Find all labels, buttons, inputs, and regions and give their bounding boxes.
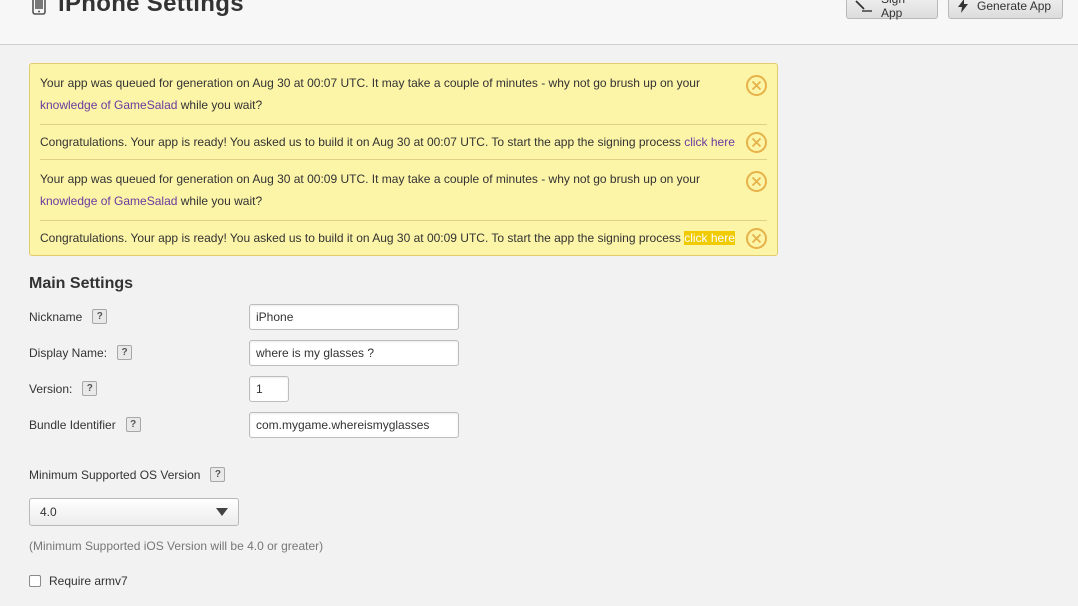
- close-icon[interactable]: [746, 132, 767, 153]
- page-title: iPhone Settings: [58, 0, 244, 17]
- help-icon[interactable]: ?: [125, 417, 141, 432]
- display-name-input[interactable]: [249, 340, 459, 366]
- nickname-label-row: Nickname ?: [29, 309, 108, 324]
- notice-item: Your app was queued for generation on Au…: [40, 160, 767, 221]
- generate-app-button[interactable]: Generate App: [948, 0, 1063, 19]
- min-os-hint: (Minimum Supported iOS Version will be 4…: [29, 539, 324, 553]
- help-icon[interactable]: ?: [82, 381, 98, 396]
- version-input[interactable]: [249, 376, 289, 402]
- gamesalad-knowledge-link[interactable]: knowledge of GameSalad: [40, 194, 177, 208]
- armv7-row: Require armv7: [29, 574, 128, 588]
- notice-item: Your app was queued for generation on Au…: [40, 64, 767, 125]
- pen-icon: [855, 0, 873, 12]
- gamesalad-knowledge-link[interactable]: knowledge of GameSalad: [40, 98, 177, 112]
- notice-item: Congratulations. Your app is ready! You …: [40, 221, 767, 256]
- nickname-label: Nickname: [29, 309, 83, 324]
- help-icon[interactable]: ?: [210, 467, 226, 482]
- min-os-select[interactable]: 4.0: [29, 498, 239, 526]
- notice-text: Congratulations. Your app is ready! You …: [40, 231, 685, 245]
- help-icon[interactable]: ?: [92, 309, 108, 324]
- bundle-id-input[interactable]: [249, 412, 459, 438]
- version-label: Version:: [29, 381, 73, 396]
- nickname-input[interactable]: [249, 304, 459, 330]
- title-wrap: iPhone Settings: [32, 0, 244, 18]
- sign-app-button[interactable]: Sign App: [846, 0, 938, 20]
- notice-text: Your app was queued for generation on Au…: [40, 172, 700, 186]
- notice-box: Your app was queued for generation on Au…: [29, 63, 778, 256]
- notice-text: Congratulations. Your app is ready! You …: [40, 135, 685, 149]
- close-icon[interactable]: [746, 75, 767, 96]
- min-os-label-row: Minimum Supported OS Version ?: [29, 467, 226, 482]
- display-name-label-row: Display Name: ?: [29, 345, 133, 360]
- close-icon[interactable]: [746, 171, 767, 192]
- min-os-label: Minimum Supported OS Version: [29, 467, 201, 482]
- click-here-link[interactable]: click here: [684, 231, 735, 245]
- close-icon[interactable]: [746, 228, 767, 249]
- lightning-icon: [957, 0, 969, 13]
- notice-text: Your app was queued for generation on Au…: [40, 76, 700, 90]
- min-os-selected-value: 4.0: [40, 505, 57, 519]
- notice-text-after: while you wait?: [177, 98, 263, 112]
- display-name-label: Display Name:: [29, 345, 108, 360]
- page-header: iPhone Settings Sign App Generate App: [0, 0, 1078, 45]
- main-settings-title: Main Settings: [29, 275, 134, 292]
- armv7-checkbox[interactable]: [29, 575, 41, 587]
- help-icon[interactable]: ?: [117, 345, 133, 360]
- chevron-down-icon: [216, 505, 228, 519]
- notice-text-after: while you wait?: [177, 194, 263, 208]
- generate-app-label: Generate App: [977, 0, 1052, 13]
- notice-item: Congratulations. Your app is ready! You …: [40, 125, 767, 160]
- version-label-row: Version: ?: [29, 381, 98, 396]
- iphone-icon: [32, 0, 46, 15]
- armv7-label: Require armv7: [49, 574, 128, 588]
- click-here-link[interactable]: click here: [684, 135, 735, 149]
- bundle-id-label-row: Bundle Identifier ?: [29, 417, 141, 432]
- bundle-id-label: Bundle Identifier: [29, 417, 116, 432]
- sign-app-label: Sign App: [881, 0, 905, 20]
